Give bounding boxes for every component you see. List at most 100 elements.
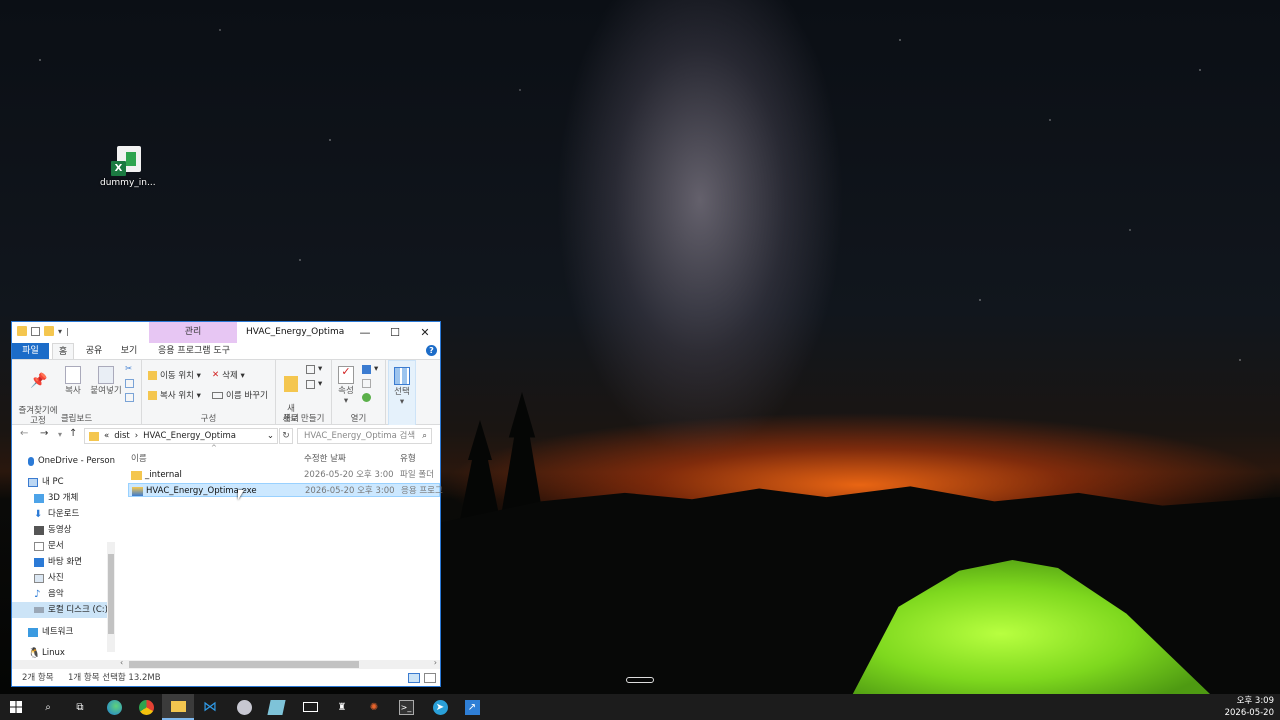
- delete-button[interactable]: ✕ 삭제 ▾: [212, 369, 245, 381]
- nav-item-label: 3D 개체: [48, 493, 79, 503]
- taskbar-chrome[interactable]: [130, 694, 162, 720]
- horizontal-scrollbar-thumb[interactable]: [129, 661, 359, 668]
- nav-item-local-disk[interactable]: 로컬 디스크 (C:): [12, 602, 115, 618]
- taskbar-vscode[interactable]: ⋈: [194, 694, 226, 720]
- scroll-right-arrow[interactable]: ›: [434, 658, 437, 667]
- cut-button[interactable]: ✂: [125, 364, 132, 374]
- forward-arrow-icon[interactable]: →: [40, 428, 48, 439]
- cube-icon: [34, 493, 44, 503]
- scroll-left-arrow[interactable]: ‹: [120, 658, 123, 667]
- up-arrow-icon[interactable]: ↑: [69, 428, 77, 439]
- copy-path-button[interactable]: [125, 379, 134, 388]
- copy-to-icon: [148, 390, 157, 400]
- taskbar-app-6[interactable]: ↗: [456, 694, 488, 720]
- app-icon: [236, 699, 252, 715]
- select-button[interactable]: 선택 ▾: [391, 367, 413, 407]
- easy-access-button[interactable]: ▾: [306, 379, 322, 389]
- nav-item-desktop[interactable]: 바탕 화면: [12, 554, 115, 570]
- nav-item-videos[interactable]: 동영상: [12, 522, 115, 538]
- status-bar: 2개 항목 1개 항목 선택함 13.2MB: [12, 670, 440, 686]
- new-folder-qat-icon[interactable]: [44, 326, 54, 336]
- nav-item-linux[interactable]: 🐧 Linux: [12, 645, 115, 661]
- taskbar-edge[interactable]: [98, 694, 130, 720]
- nav-item-this-pc[interactable]: 내 PC: [12, 474, 115, 490]
- nav-scrollbar-thumb[interactable]: [108, 554, 114, 634]
- start-button[interactable]: [0, 694, 32, 720]
- column-header-date[interactable]: 수정한 날짜: [304, 452, 346, 464]
- taskbar-app-4[interactable]: ♜: [326, 694, 358, 720]
- taskbar-app-5[interactable]: ✺: [358, 694, 390, 720]
- nav-scrollbar[interactable]: [107, 542, 115, 652]
- paste-shortcut-button[interactable]: [125, 393, 134, 402]
- column-header-name[interactable]: 이름: [131, 452, 147, 464]
- move-to-icon: [148, 370, 157, 380]
- nav-item-downloads[interactable]: ⬇ 다운로드: [12, 506, 115, 522]
- large-icons-view-icon[interactable]: [424, 673, 436, 683]
- taskbar: ⌕ ⧉ ⋈ ♜ ✺ >_ ➤ ↗ 오후 3:09 2026-05-20: [0, 694, 1280, 720]
- details-view-icon[interactable]: [408, 673, 420, 683]
- taskbar-app-1[interactable]: [228, 694, 260, 720]
- properties-qat-icon[interactable]: [31, 326, 40, 336]
- close-button[interactable]: ✕: [410, 322, 440, 343]
- system-clock[interactable]: 오후 3:09 2026-05-20: [1225, 695, 1274, 719]
- desktop-icon-label: dummy_in...: [100, 178, 156, 188]
- tab-share[interactable]: 공유: [82, 343, 106, 359]
- file-row-internal[interactable]: _internal 2026-05-20 오후 3:00 파일 폴더: [128, 468, 440, 482]
- new-item-button[interactable]: ▾: [306, 364, 322, 374]
- rename-button[interactable]: 이름 바꾸기: [212, 389, 268, 401]
- address-box[interactable]: « dist › HVAC_Energy_Optima ⌄: [84, 428, 278, 444]
- breadcrumb-current[interactable]: HVAC_Energy_Optima: [143, 429, 236, 443]
- edit-icon: [362, 379, 371, 388]
- paste-shortcut-icon: [125, 393, 134, 402]
- breadcrumb-overflow[interactable]: «: [104, 429, 109, 443]
- taskbar-app-3[interactable]: [294, 694, 326, 720]
- breadcrumb-dist[interactable]: dist: [114, 429, 130, 443]
- taskbar-app-2[interactable]: [260, 694, 292, 720]
- taskbar-file-explorer[interactable]: [162, 694, 194, 720]
- file-date: 2026-05-20 오후 3:00: [305, 486, 395, 496]
- history-button[interactable]: [362, 393, 371, 402]
- taskbar-terminal[interactable]: >_: [390, 694, 422, 720]
- task-view-button[interactable]: ⧉: [64, 694, 96, 720]
- nav-item-documents[interactable]: 문서: [12, 538, 115, 554]
- nav-item-3d-objects[interactable]: 3D 개체: [12, 490, 115, 506]
- move-to-button[interactable]: 이동 위치 ▾: [148, 369, 201, 381]
- paste-label: 붙여넣기: [90, 386, 122, 396]
- tab-home[interactable]: 홈: [52, 343, 74, 359]
- help-icon[interactable]: ?: [426, 345, 437, 356]
- search-input[interactable]: HVAC_Energy_Optima 검색 ⌕: [297, 428, 432, 444]
- copy-button[interactable]: 복사: [62, 366, 84, 396]
- column-header-type[interactable]: 유형: [400, 452, 416, 464]
- chevron-down-icon[interactable]: ⌄: [267, 429, 274, 443]
- clock-time: 오후 3:09: [1236, 696, 1274, 706]
- recent-locations-icon[interactable]: ▾: [58, 430, 62, 439]
- copy-to-button[interactable]: 복사 위치 ▾: [148, 389, 201, 401]
- properties-button[interactable]: ✓ 속성 ▾: [336, 366, 356, 406]
- properties-label: 속성: [338, 386, 354, 396]
- file-name: _internal: [145, 470, 182, 480]
- tab-application-tools[interactable]: 응용 프로그램 도구: [155, 343, 233, 359]
- minimize-button[interactable]: —: [350, 322, 380, 343]
- nav-item-onedrive[interactable]: OneDrive - Person: [12, 453, 115, 469]
- paste-button[interactable]: 붙여넣기: [88, 366, 124, 396]
- tab-view[interactable]: 보기: [118, 343, 140, 359]
- horizontal-scrollbar[interactable]: ‹ ›: [12, 658, 440, 669]
- refresh-icon[interactable]: ↻: [279, 428, 293, 444]
- tab-file[interactable]: 파일: [12, 343, 49, 359]
- search-button[interactable]: ⌕: [32, 694, 64, 720]
- nav-item-pictures[interactable]: 사진: [12, 570, 115, 586]
- ribbon-group-select: 선택 ▾: [388, 360, 416, 426]
- taskbar-telegram[interactable]: ➤: [424, 694, 456, 720]
- edit-button[interactable]: [362, 379, 371, 388]
- chevron-down-icon[interactable]: ▾: [58, 327, 62, 336]
- title-bar[interactable]: ▾ | 관리 HVAC_Energy_Optima — ☐ ✕: [12, 322, 440, 343]
- file-row-exe[interactable]: HVAC_Energy_Optima.exe 2026-05-20 오후 3:0…: [128, 483, 443, 497]
- maximize-button[interactable]: ☐: [380, 322, 410, 343]
- nav-item-network[interactable]: 네트워크: [12, 624, 115, 640]
- back-arrow-icon[interactable]: ←: [20, 428, 28, 439]
- desktop-icon-excel-file[interactable]: X dummy_in...: [100, 146, 156, 188]
- tab-manage[interactable]: 관리: [149, 322, 237, 343]
- nav-item-music[interactable]: ♪ 음악: [12, 586, 115, 602]
- open-button[interactable]: ▾: [362, 364, 378, 374]
- nav-item-label: 문서: [48, 541, 64, 551]
